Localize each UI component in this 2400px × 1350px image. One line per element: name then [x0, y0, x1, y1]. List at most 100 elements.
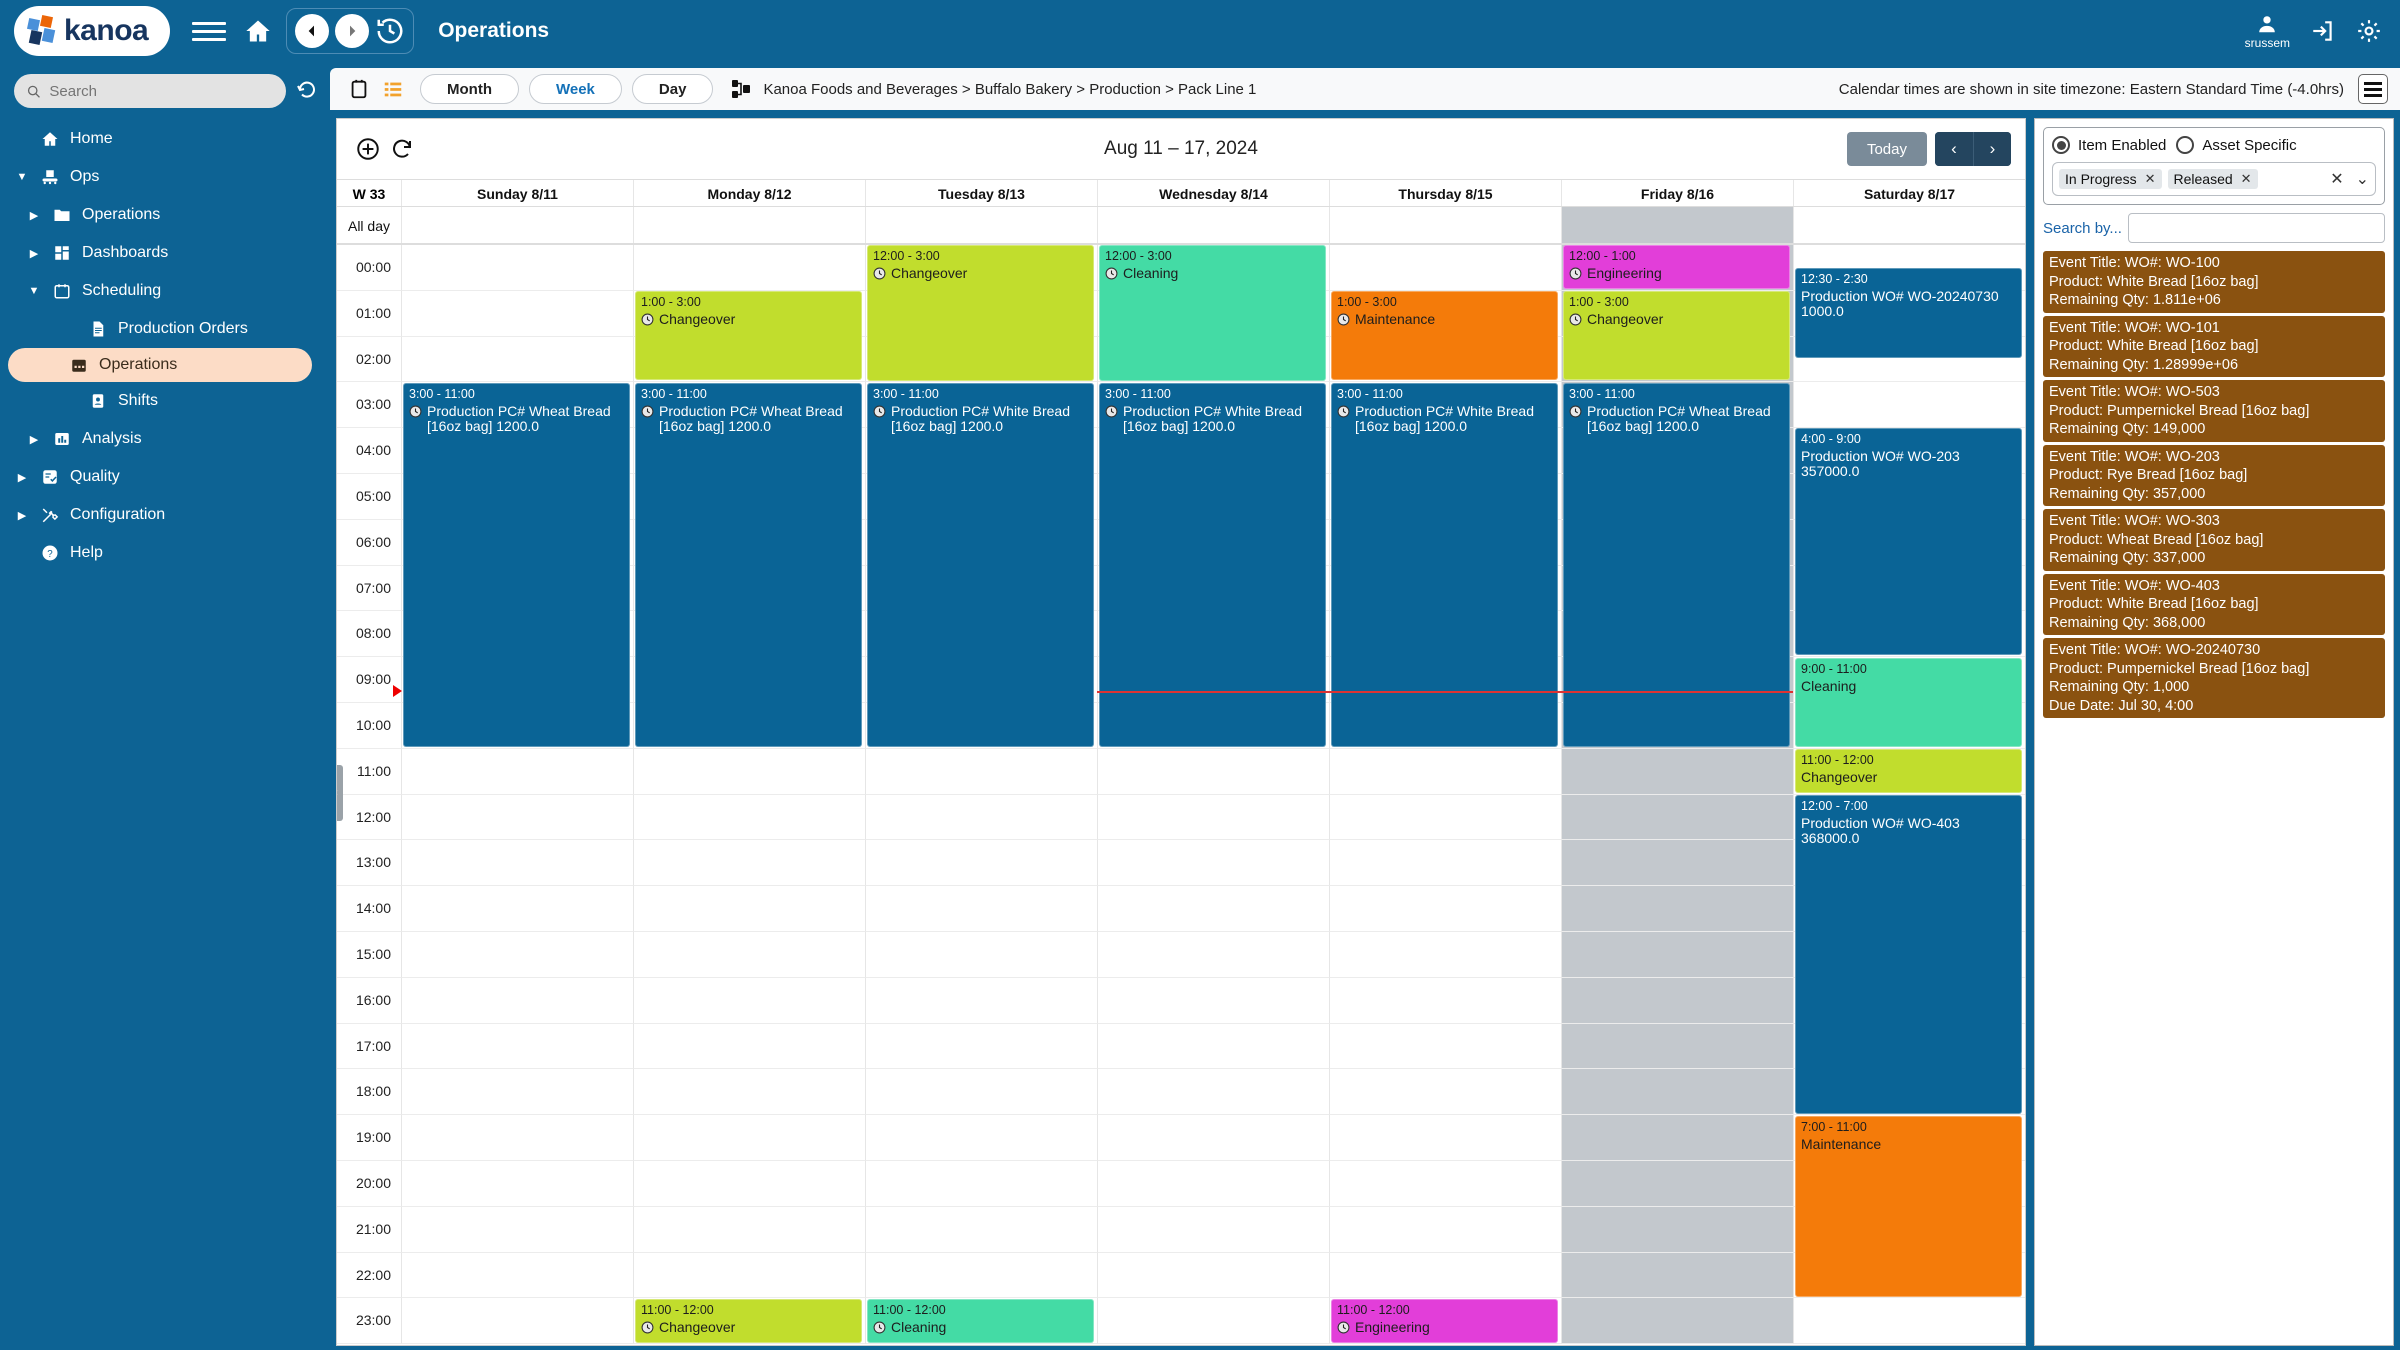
calendar-event[interactable]: 1:00 - 3:00Changeover	[1563, 291, 1790, 381]
status-filter-select[interactable]: In Progress ✕ Released ✕ ✕ ⌄	[2052, 162, 2376, 196]
sidebar-item-help[interactable]: ▶?Help	[0, 534, 330, 572]
view-day-button[interactable]: Day	[632, 74, 714, 104]
sidebar-item-quality[interactable]: ▶Quality	[0, 458, 330, 496]
menu-hamburger-icon[interactable]	[192, 16, 226, 46]
chevron-right-icon[interactable]: ▶	[14, 509, 30, 522]
search-by-input[interactable]	[2128, 213, 2385, 243]
radio-asset-specific[interactable]: Asset Specific	[2176, 136, 2296, 154]
search-input[interactable]	[49, 83, 274, 100]
settings-gear-icon[interactable]	[2356, 18, 2382, 44]
sidebar-item-analysis[interactable]: ▶Analysis	[0, 420, 330, 458]
day-header-6[interactable]: Saturday 8/17	[1793, 180, 2025, 206]
list-view-icon[interactable]	[382, 78, 404, 100]
user-avatar[interactable]: srussem	[2245, 13, 2290, 50]
current-time-marker	[393, 685, 402, 697]
work-order-card[interactable]: Event Title: WO#: WO-20240730Product: Pu…	[2043, 638, 2385, 718]
sidebar-item-dashboards[interactable]: ▶Dashboards	[0, 234, 330, 272]
work-order-card[interactable]: Event Title: WO#: WO-303Product: Wheat B…	[2043, 509, 2385, 571]
history-nav-group	[286, 8, 414, 54]
all-day-cell-4[interactable]	[1329, 207, 1561, 243]
chevron-down-icon[interactable]: ▼	[14, 171, 30, 183]
calendar-event[interactable]: 12:30 - 2:30Production WO# WO-20240730 1…	[1795, 268, 2022, 358]
sidebar-item-operations-selected[interactable]: Operations	[8, 348, 312, 382]
calendar-event[interactable]: 3:00 - 11:00Production PC# Wheat Bread […	[635, 383, 862, 748]
wo-qty: Remaining Qty: 368,000	[2049, 614, 2379, 633]
close-icon[interactable]: ✕	[2145, 171, 2156, 187]
logout-icon[interactable]	[2310, 18, 2336, 44]
calendar-event[interactable]: 11:00 - 12:00Changeover	[1795, 749, 2022, 793]
chevron-right-icon[interactable]: ▶	[14, 471, 30, 484]
event-time: 3:00 - 11:00	[1569, 387, 1784, 402]
kanoa-logo[interactable]: kanoa	[14, 6, 170, 56]
sidebar-item-configuration[interactable]: ▶Configuration	[0, 496, 330, 534]
all-day-cell-3[interactable]	[1097, 207, 1329, 243]
work-order-card[interactable]: Event Title: WO#: WO-503Product: Pumpern…	[2043, 380, 2385, 442]
work-order-card[interactable]: Event Title: WO#: WO-101Product: White B…	[2043, 316, 2385, 378]
day-header-2[interactable]: Tuesday 8/13	[865, 180, 1097, 206]
status-chip[interactable]: Released ✕	[2168, 169, 2258, 189]
day-header-1[interactable]: Monday 8/12	[633, 180, 865, 206]
home-icon[interactable]	[244, 17, 272, 45]
day-header-4[interactable]: Thursday 8/15	[1329, 180, 1561, 206]
day-header-5[interactable]: Friday 8/16	[1561, 180, 1793, 206]
sidebar-item-ops[interactable]: ▼Ops	[0, 158, 330, 196]
view-month-button[interactable]: Month	[420, 74, 519, 104]
svg-text:?: ?	[47, 549, 53, 560]
calendar-event[interactable]: 11:00 - 12:00Changeover	[635, 1299, 862, 1343]
calendar-event[interactable]: 1:00 - 3:00Changeover	[635, 291, 862, 381]
calendar-event[interactable]: 12:00 - 3:00Changeover	[867, 245, 1094, 381]
all-day-cell-2[interactable]	[865, 207, 1097, 243]
view-week-button[interactable]: Week	[529, 74, 622, 104]
work-order-card[interactable]: Event Title: WO#: WO-100Product: White B…	[2043, 251, 2385, 313]
calendar-prev-button[interactable]: ‹	[1935, 132, 1973, 166]
today-button[interactable]: Today	[1847, 132, 1927, 166]
all-day-cell-6[interactable]	[1793, 207, 2025, 243]
forward-button[interactable]	[335, 14, 369, 48]
calendar-event[interactable]: 1:00 - 3:00Maintenance	[1331, 291, 1558, 381]
all-day-cell-0[interactable]	[401, 207, 633, 243]
status-chip[interactable]: In Progress ✕	[2059, 169, 2162, 189]
chevron-down-icon[interactable]: ▼	[26, 285, 42, 297]
sidebar-item-scheduling[interactable]: ▼Scheduling	[0, 272, 330, 310]
sidebar-collapse-handle[interactable]: ‹	[337, 765, 343, 821]
history-icon[interactable]	[375, 16, 405, 46]
event-time: 12:00 - 3:00	[1105, 249, 1320, 264]
radio-item-enabled[interactable]: Item Enabled	[2052, 136, 2166, 154]
calendar-event[interactable]: 12:00 - 1:00Engineering	[1563, 245, 1790, 289]
calendar-event[interactable]: 9:00 - 11:00Cleaning	[1795, 658, 2022, 748]
calendar-event[interactable]: 7:00 - 11:00Maintenance	[1795, 1116, 2022, 1297]
chevron-right-icon[interactable]: ▶	[26, 433, 42, 446]
sidebar-item-home[interactable]: ▶Home	[0, 120, 330, 158]
clear-all-icon[interactable]: ✕	[2330, 169, 2343, 189]
back-button[interactable]	[295, 14, 329, 48]
all-day-cell-1[interactable]	[633, 207, 865, 243]
day-header-3[interactable]: Wednesday 8/14	[1097, 180, 1329, 206]
calendar-event[interactable]: 12:00 - 7:00Production WO# WO-403 368000…	[1795, 795, 2022, 1114]
chevron-right-icon[interactable]: ▶	[26, 209, 42, 222]
calendar-event[interactable]: 4:00 - 9:00Production WO# WO-203 357000.…	[1795, 428, 2022, 655]
chevron-down-icon[interactable]: ⌄	[2356, 169, 2369, 189]
all-day-cell-5[interactable]	[1561, 207, 1793, 243]
event-title: Cleaning	[1801, 679, 1856, 694]
work-order-card[interactable]: Event Title: WO#: WO-403Product: White B…	[2043, 574, 2385, 636]
sidebar-item-production-orders[interactable]: ▶Production Orders	[0, 310, 330, 348]
panel-toggle-icon[interactable]	[2358, 74, 2388, 104]
reset-search-icon[interactable]	[296, 77, 320, 106]
sidebar-item-label: Operations	[82, 206, 160, 224]
calendar-event[interactable]: 12:00 - 3:00Cleaning	[1099, 245, 1326, 381]
calendar-event[interactable]: 3:00 - 11:00Production PC# Wheat Bread […	[403, 383, 630, 748]
calendar-event[interactable]: 11:00 - 12:00Cleaning	[867, 1299, 1094, 1343]
work-order-card[interactable]: Event Title: WO#: WO-203Product: Rye Bre…	[2043, 445, 2385, 507]
calendar-view-icon[interactable]	[348, 77, 370, 101]
add-event-button[interactable]	[351, 132, 385, 166]
sidebar-item-shifts[interactable]: ▶Shifts	[0, 382, 330, 420]
search-box[interactable]	[14, 74, 286, 108]
chevron-right-icon[interactable]: ▶	[26, 247, 42, 260]
sidebar-item-operations[interactable]: ▶ Operations	[0, 196, 330, 234]
refresh-button[interactable]	[385, 132, 419, 166]
calendar-event[interactable]: 11:00 - 12:00Engineering	[1331, 1299, 1558, 1343]
day-header-0[interactable]: Sunday 8/11	[401, 180, 633, 206]
close-icon[interactable]: ✕	[2241, 171, 2252, 187]
calendar-event[interactable]: 3:00 - 11:00Production PC# White Bread […	[867, 383, 1094, 748]
calendar-next-button[interactable]: ›	[1973, 132, 2011, 166]
